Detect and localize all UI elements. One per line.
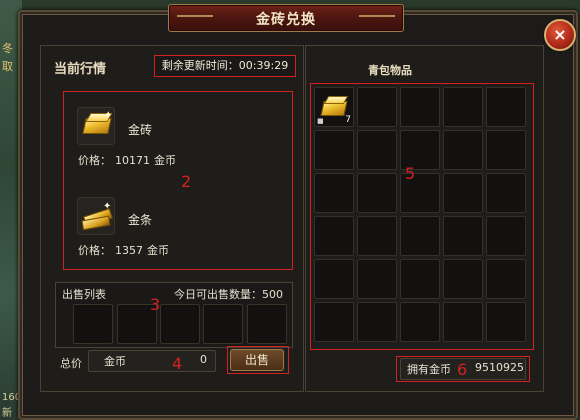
sell-list-title: 出售列表 [62, 288, 106, 301]
bag-slot[interactable] [357, 259, 397, 299]
bag-slot[interactable] [314, 216, 354, 256]
item-name: 金条 [128, 213, 153, 227]
bag-slot[interactable] [486, 173, 526, 213]
sell-slot[interactable] [247, 304, 287, 344]
world-text: 取 [2, 60, 13, 73]
bag-slot[interactable] [357, 130, 397, 170]
bag-slot[interactable] [486, 259, 526, 299]
bag-slot[interactable] [357, 87, 397, 127]
annotation-number: 3 [150, 295, 161, 314]
annotation-number: 2 [181, 172, 192, 191]
price-currency: 金币 [147, 244, 169, 257]
sparkle-icon: ✦ [103, 201, 112, 212]
bag-slot[interactable] [357, 173, 397, 213]
title-ornament [359, 15, 395, 17]
price-label: 价格： [78, 154, 111, 167]
bag-slot[interactable] [400, 259, 440, 299]
bag-slot[interactable] [357, 302, 397, 342]
bag-slot[interactable] [486, 130, 526, 170]
window-title: 金砖兑换 [256, 12, 316, 28]
total-currency: 金币 [104, 355, 126, 368]
title-plate: 金砖兑换 [168, 4, 404, 32]
world-text: 冬 [2, 42, 13, 55]
item-count: 7 [345, 115, 351, 125]
bag-slot[interactable] [486, 87, 526, 127]
close-icon: × [553, 25, 567, 44]
price-value: 1357 [115, 244, 143, 257]
world-text: 新 [2, 408, 12, 419]
owned-gold-label: 拥有金币 [407, 363, 451, 376]
sell-button[interactable]: 出售 [230, 349, 284, 371]
section-title: 当前行情 [54, 62, 107, 77]
bag-slot[interactable] [314, 259, 354, 299]
bag-slot[interactable] [314, 173, 354, 213]
bag-slot[interactable] [357, 216, 397, 256]
gold-brick-icon[interactable]: ✦ [77, 107, 115, 145]
close-button[interactable]: × [544, 19, 576, 51]
bag-title: 青包物品 [368, 64, 412, 77]
daily-sell-quota: 今日可出售数量：500 [174, 288, 283, 301]
item-name: 金砖 [128, 123, 153, 137]
item-price: 价格： 10171 金币 [78, 152, 176, 168]
annotation-number: 4 [172, 354, 183, 373]
bag-slot[interactable] [400, 216, 440, 256]
price-value: 10171 [115, 154, 150, 167]
bag-slot[interactable] [400, 87, 440, 127]
price-label: 价格： [78, 244, 111, 257]
lock-icon: ■ [317, 117, 324, 125]
annotation-number: 5 [405, 164, 416, 183]
total-price-label: 总价 [60, 357, 82, 370]
gold-bar-icon[interactable]: ✦ [77, 197, 115, 235]
bag-slot[interactable] [314, 302, 354, 342]
sell-slot[interactable] [160, 304, 200, 344]
bag-slot[interactable] [486, 216, 526, 256]
update-timer: 剩余更新时间：00:39:29 [154, 55, 296, 77]
bag-slot[interactable]: ■ 7 [314, 87, 354, 127]
bag-slot[interactable] [486, 302, 526, 342]
bag-slot[interactable] [443, 173, 483, 213]
price-currency: 金币 [154, 154, 176, 167]
sell-slot[interactable] [73, 304, 113, 344]
owned-gold-value: 9510925 [475, 361, 524, 374]
bag-slot[interactable] [443, 302, 483, 342]
bag-slot[interactable] [443, 130, 483, 170]
bag-slot[interactable] [400, 302, 440, 342]
sparkle-icon: ✦ [104, 110, 113, 121]
bag-slot[interactable] [443, 87, 483, 127]
total-value: 0 [200, 353, 207, 366]
annotation-number: 6 [457, 360, 468, 379]
bag-slot[interactable] [314, 130, 354, 170]
item-price: 价格： 1357 金币 [78, 242, 169, 258]
bag-slot[interactable] [443, 216, 483, 256]
sell-slot[interactable] [203, 304, 243, 344]
bag-slot[interactable] [443, 259, 483, 299]
